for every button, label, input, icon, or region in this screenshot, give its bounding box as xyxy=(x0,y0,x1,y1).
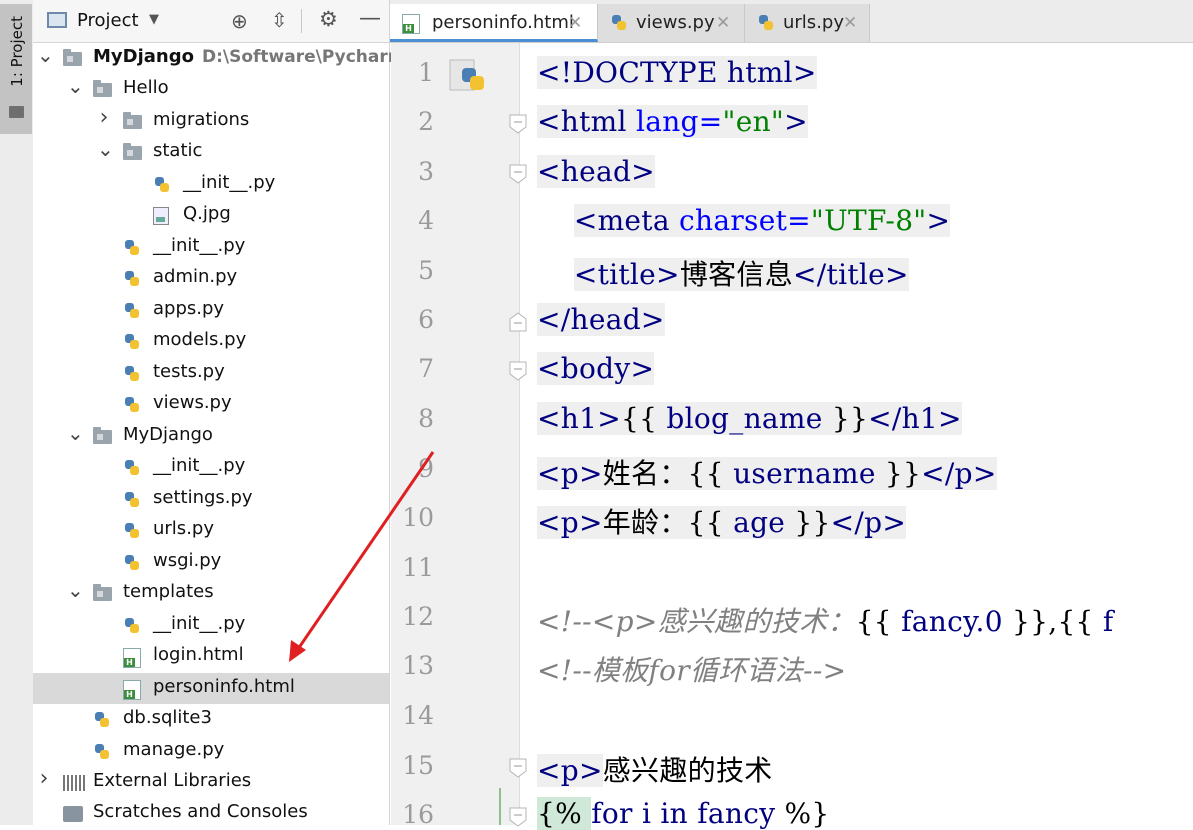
annotation-arrow xyxy=(289,451,435,662)
